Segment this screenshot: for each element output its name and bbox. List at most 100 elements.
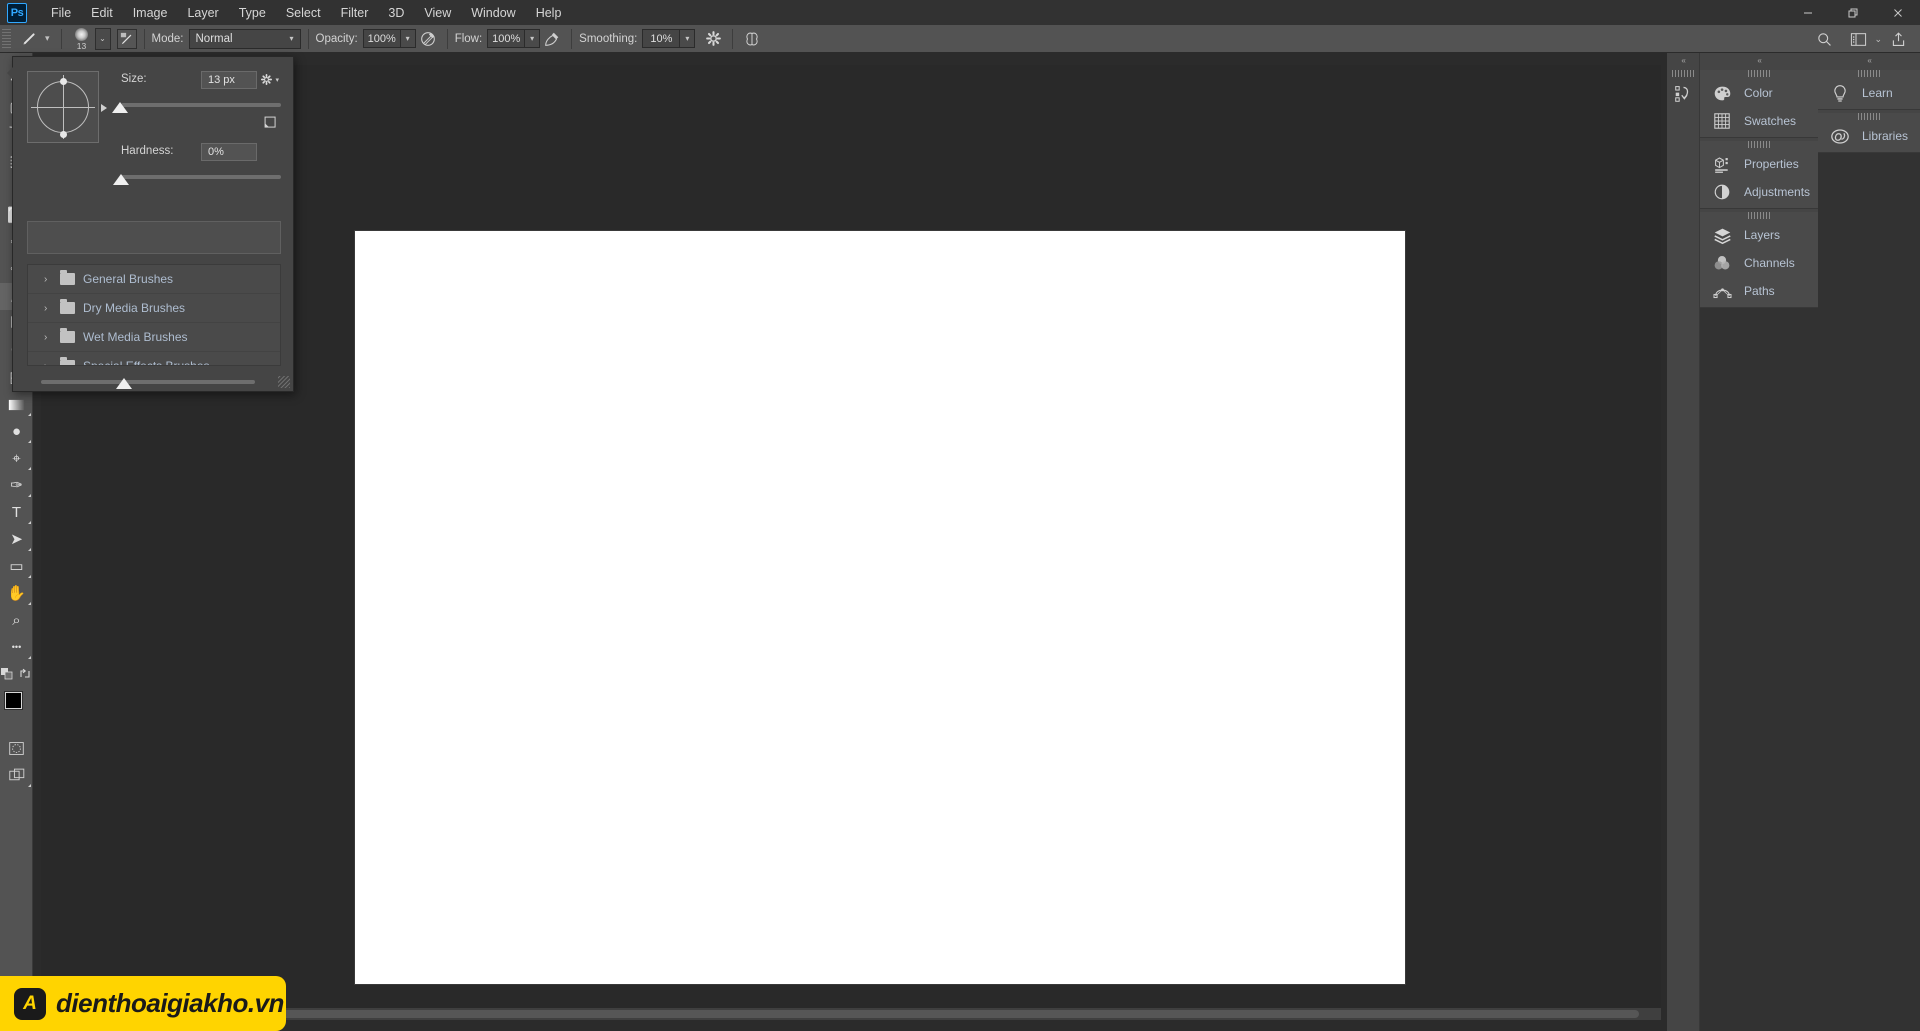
brush-folder-item[interactable]: › General Brushes (28, 265, 280, 294)
brush-preset-picker-caret[interactable]: ⌄ (94, 27, 111, 50)
flow-input[interactable]: 100% (487, 29, 526, 48)
workspace-switcher-icon[interactable] (1846, 28, 1870, 50)
share-icon[interactable] (1886, 28, 1910, 50)
chevron-right-icon[interactable]: › (44, 274, 52, 285)
preview-handle-bottom[interactable] (60, 131, 67, 138)
swap-colors-icon[interactable] (19, 667, 31, 685)
symmetry-butterfly-icon[interactable] (740, 28, 764, 50)
blend-mode-select[interactable]: Normal ▾ (188, 28, 301, 49)
chevron-right-icon[interactable]: › (44, 332, 52, 343)
panel-row-libraries[interactable]: Libraries (1818, 122, 1920, 150)
menu-item-select[interactable]: Select (276, 2, 331, 24)
libraries-group-grip[interactable] (1858, 113, 1880, 120)
menu-item-image[interactable]: Image (123, 2, 178, 24)
learn-group-grip[interactable] (1858, 70, 1880, 77)
chevron-right-icon[interactable]: › (44, 361, 52, 366)
smoothing-options-gear-icon[interactable] (701, 28, 725, 50)
default-colors-icon[interactable] (1, 667, 13, 685)
panel-row-properties[interactable]: Properties (1700, 150, 1818, 178)
menu-item-file[interactable]: File (41, 2, 81, 24)
brush-picker-settings-button[interactable]: ▾ (260, 73, 279, 86)
color-group-grip[interactable] (1748, 70, 1770, 77)
brush-tip-preview[interactable] (27, 71, 107, 143)
history-dock-grip[interactable] (1672, 70, 1694, 77)
ps-logo-icon[interactable]: Ps (7, 2, 27, 23)
panel-row-paths[interactable]: Paths (1700, 277, 1818, 305)
maximize-restore-button[interactable] (1830, 0, 1875, 25)
opacity-input[interactable]: 100% (362, 29, 401, 48)
path-selection-tool[interactable]: ➤ (0, 526, 33, 553)
main-dock-collapse-button[interactable]: « (1700, 53, 1818, 67)
document-canvas[interactable] (355, 231, 1405, 984)
menu-item-edit[interactable]: Edit (81, 2, 123, 24)
menu-item-help[interactable]: Help (526, 2, 572, 24)
blur-tool[interactable]: ● (0, 418, 33, 445)
close-button[interactable] (1875, 0, 1920, 25)
panel-row-channels[interactable]: Channels (1700, 249, 1818, 277)
gradient-tool[interactable] (0, 391, 33, 418)
secondary-dock-collapse-button[interactable]: « (1818, 53, 1920, 67)
panel-row-color[interactable]: Color (1700, 79, 1818, 107)
smoothing-dropdown-caret[interactable]: ▾ (680, 29, 696, 48)
menu-item-window[interactable]: Window (461, 2, 525, 24)
options-bar-grip[interactable] (2, 28, 11, 49)
properties-group-grip[interactable] (1748, 141, 1770, 148)
search-icon[interactable] (1812, 28, 1836, 50)
flow-dropdown-caret[interactable]: ▾ (525, 29, 541, 48)
tool-preset-caret-icon[interactable]: ▾ (41, 33, 54, 44)
panel-row-learn[interactable]: Learn (1818, 79, 1920, 107)
history-dock-strip: « (1667, 53, 1700, 1031)
minimize-button[interactable] (1785, 0, 1830, 25)
menu-item-filter[interactable]: Filter (331, 2, 379, 24)
layers-group-grip[interactable] (1748, 212, 1770, 219)
history-dock-collapse-button[interactable]: « (1667, 53, 1699, 67)
hardness-slider-knob[interactable] (113, 174, 129, 185)
preset-thumbnail-size-slider[interactable] (41, 380, 255, 384)
brush-folder-item[interactable]: › Dry Media Brushes (28, 294, 280, 323)
brush-preset-preview[interactable]: 13 (69, 27, 95, 51)
quick-mask-icon[interactable] (0, 735, 33, 762)
rectangle-tool[interactable]: ▭ (0, 553, 33, 580)
panel-row-layers[interactable]: Layers (1700, 221, 1818, 249)
smoothing-input[interactable]: 10% (642, 29, 681, 48)
brush-folder-item[interactable]: › Wet Media Brushes (28, 323, 280, 352)
panel-row-swatches[interactable]: Swatches (1700, 107, 1818, 135)
size-slider-track[interactable] (121, 103, 281, 107)
hardness-input[interactable]: 0% (201, 143, 257, 161)
foreground-color-swatch[interactable] (4, 691, 23, 710)
pen-tool[interactable]: ✑ (0, 472, 33, 499)
new-brush-preset-button[interactable] (263, 115, 278, 135)
preview-angle-pointer-icon[interactable] (101, 104, 107, 112)
brush-folder-list[interactable]: › General Brushes › Dry Media Brushes › Wet M… (27, 264, 281, 366)
workspace-caret-icon[interactable]: ⌄ (1870, 34, 1886, 45)
size-slider-knob[interactable] (112, 102, 128, 113)
dodge-tool-glyph: ⌖ (12, 450, 21, 467)
brush-preset-picker-popup[interactable]: ▾ Size: 13 px Hardness: 0% › General Brus… (7, 56, 294, 392)
type-tool[interactable]: T (0, 499, 33, 526)
zoom-tool[interactable]: ⌕ (0, 607, 33, 634)
panel-row-adjustments[interactable]: Adjustments (1700, 178, 1818, 206)
menu-item-type[interactable]: Type (229, 2, 276, 24)
edit-toolbar-ellipsis[interactable]: ••• (0, 634, 33, 661)
brush-search-input[interactable] (27, 221, 281, 254)
brush-folder-item[interactable]: › Special Effects Brushes (28, 352, 280, 366)
panel-row-history[interactable] (1667, 79, 1699, 107)
chevron-right-icon[interactable]: › (44, 303, 52, 314)
hand-tool[interactable]: ✋ (0, 580, 33, 607)
hardness-slider-track[interactable] (121, 175, 281, 179)
preset-thumbnail-size-knob[interactable] (116, 378, 132, 389)
preview-handle-top[interactable] (60, 78, 67, 85)
menu-bar: Ps File Edit Image Layer Type Select Filter 3D V… (0, 0, 1920, 25)
pressure-opacity-icon[interactable] (416, 28, 440, 50)
screen-mode-icon[interactable] (0, 762, 33, 789)
menu-item-3d[interactable]: 3D (378, 2, 414, 24)
brush-settings-panel-toggle[interactable] (116, 28, 137, 49)
size-input[interactable]: 13 px (201, 71, 257, 89)
menu-item-layer[interactable]: Layer (177, 2, 228, 24)
dodge-tool[interactable]: ⌖ (0, 445, 33, 472)
current-tool-brush-icon[interactable] (17, 28, 41, 50)
opacity-dropdown-caret[interactable]: ▾ (400, 29, 416, 48)
menu-item-view[interactable]: View (414, 2, 461, 24)
resize-grip-icon[interactable] (278, 376, 290, 388)
airbrush-icon[interactable] (540, 28, 564, 50)
